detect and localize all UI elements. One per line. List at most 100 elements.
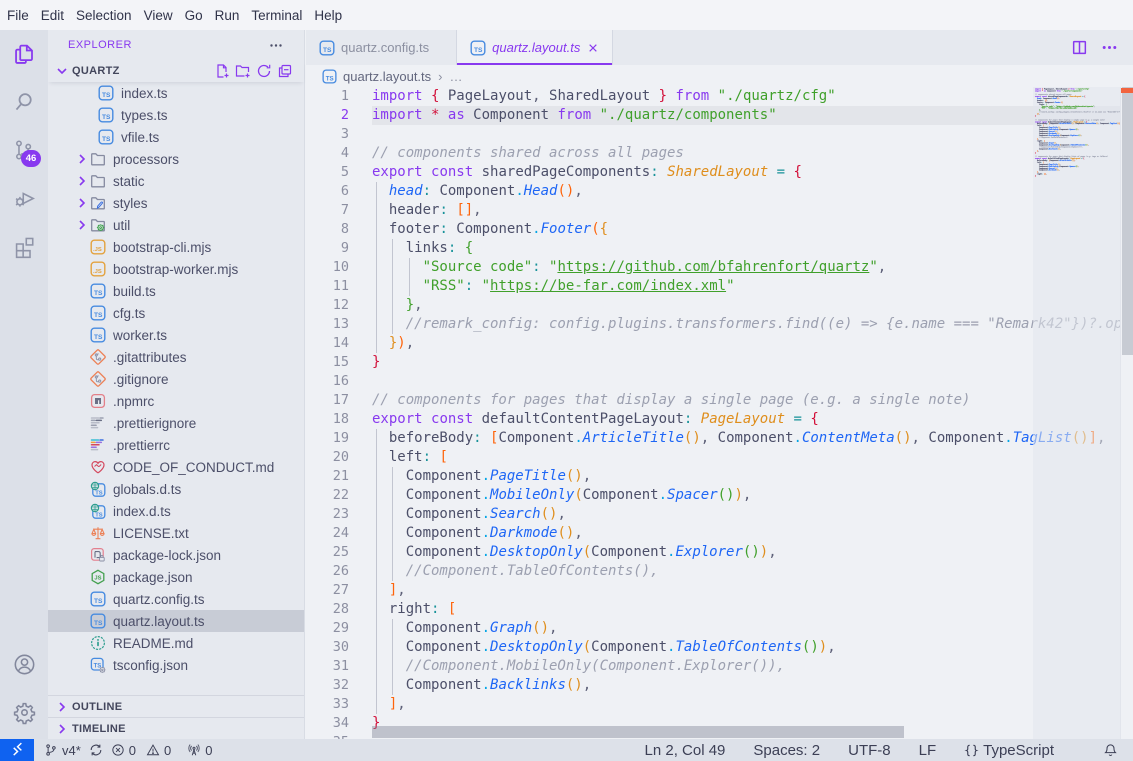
status-eol[interactable]: LF <box>905 739 951 761</box>
code-token: { <box>465 240 473 256</box>
tree-item-cfg.ts[interactable]: TScfg.ts <box>48 302 304 324</box>
tree-item-bootstrap-worker.mjs[interactable]: .JSbootstrap-worker.mjs <box>48 258 304 280</box>
new-file-button[interactable] <box>211 63 232 79</box>
breadcrumb[interactable]: TS quartz.layout.ts › … <box>306 65 1133 87</box>
code-token <box>439 107 447 123</box>
status-ports[interactable]: 0 <box>183 739 216 761</box>
statusbar-left-group: v4*000 <box>36 739 217 761</box>
code-line: Component.Darkmode(), <box>372 524 1120 543</box>
breadcrumb-rest[interactable]: … <box>450 69 463 84</box>
tree-item-index.d.ts[interactable]: TSindex.d.ts <box>48 500 304 522</box>
status-encoding[interactable]: UTF-8 <box>834 739 905 761</box>
collapse-all-button[interactable] <box>274 63 295 79</box>
section-outline[interactable]: OUTLINE <box>48 695 304 717</box>
tree-item-README.md[interactable]: README.md <box>48 632 304 654</box>
tree-item-vfile.ts[interactable]: TSvfile.ts <box>48 126 304 148</box>
remote-indicator[interactable] <box>0 739 34 761</box>
ts-file-icon: TS <box>322 69 337 84</box>
new-folder-button[interactable] <box>232 63 253 79</box>
tree-item-tsconfig.json[interactable]: TStsconfig.json <box>48 654 304 676</box>
tree-item-bootstrap-cli.mjs[interactable]: .JSbootstrap-cli.mjs <box>48 236 304 258</box>
vertical-scrollbar-slider[interactable] <box>1122 87 1133 355</box>
section-timeline[interactable]: TIMELINE <box>48 717 304 739</box>
horizontal-scrollbar-slider[interactable] <box>372 726 904 738</box>
activitybar-search[interactable] <box>0 78 48 126</box>
status-notifications[interactable] <box>1094 739 1127 761</box>
tree-item-types.ts[interactable]: TStypes.ts <box>48 104 304 126</box>
code-token <box>659 164 667 180</box>
explorer-section-header[interactable]: QUARTZ <box>48 60 304 82</box>
tree-item-.gitattributes[interactable]: .gitattributes <box>48 346 304 368</box>
section-label: TIMELINE <box>72 723 126 735</box>
tree-item-build.ts[interactable]: TSbuild.ts <box>48 280 304 302</box>
code-token: SharedLayout <box>541 88 659 104</box>
menu-run[interactable]: Run <box>209 0 246 30</box>
minimap[interactable]: import { PageLayout, SharedLayout } from… <box>1033 87 1120 739</box>
code-token: Footer <box>541 221 592 237</box>
activitybar-settings[interactable] <box>0 688 48 736</box>
tree-item-CODE_OF_CONDUCT.md[interactable]: CODE_OF_CONDUCT.md <box>48 456 304 478</box>
tree-item-package-lock.json[interactable]: package-lock.json <box>48 544 304 566</box>
status-cursor-position[interactable]: Ln 2, Col 49 <box>631 739 740 761</box>
status-label: Spaces: 2 <box>753 742 820 759</box>
sidebar-title-row: EXPLORER <box>48 30 304 60</box>
tree-item-quartz.config.ts[interactable]: TSquartz.config.ts <box>48 588 304 610</box>
activitybar-accounts[interactable] <box>0 640 48 688</box>
tree-item-index.ts[interactable]: TSindex.ts <box>48 82 304 104</box>
code-token: https://be-far.com/index.xml <box>1049 107 1077 109</box>
activitybar-extensions[interactable] <box>0 222 48 270</box>
more-button[interactable] <box>1099 38 1119 58</box>
split-editor-button[interactable] <box>1069 38 1089 58</box>
code-token: , <box>912 430 920 446</box>
menu-go[interactable]: Go <box>179 0 209 30</box>
indent-guide <box>376 429 377 714</box>
tab-bar: TSquartz.config.tsTSquartz.layout.ts <box>306 30 1133 65</box>
code-token: , <box>1038 150 1039 152</box>
tree-item-LICENSE.txt[interactable]: LICENSE.txt <box>48 522 304 544</box>
tree-item-processors[interactable]: processors <box>48 148 304 170</box>
tab-quartz.layout.ts[interactable]: TSquartz.layout.ts <box>457 30 613 65</box>
code-editor[interactable]: 1234567891011121314151617181920212223242… <box>306 87 1133 739</box>
tree-item-label: .gitignore <box>113 372 169 387</box>
tree-item-quartz.layout.ts[interactable]: TSquartz.layout.ts <box>48 610 304 632</box>
breadcrumb-file[interactable]: quartz.layout.ts <box>343 69 431 84</box>
tree-item-.gitignore[interactable]: .gitignore <box>48 368 304 390</box>
close-tab-button[interactable] <box>584 39 602 57</box>
more-actions-icon[interactable] <box>268 37 284 53</box>
tab-quartz.config.ts[interactable]: TSquartz.config.ts <box>306 30 457 65</box>
menu-file[interactable]: File <box>1 0 35 30</box>
code-token: https://github.com/bfahrenfort/quartz <box>557 259 869 275</box>
status-language[interactable]: TypeScript <box>950 739 1068 761</box>
tree-item-static[interactable]: static <box>48 170 304 192</box>
menu-view[interactable]: View <box>138 0 179 30</box>
refresh-icon <box>256 63 272 79</box>
tree-item-package.json[interactable]: JSpackage.json <box>48 566 304 588</box>
refresh-button[interactable] <box>253 63 274 79</box>
tree-item-.prettierrc[interactable]: .prettierrc <box>48 434 304 456</box>
code-line: links: { <box>372 239 1120 258</box>
menu-terminal[interactable]: Terminal <box>245 0 308 30</box>
tree-item-styles[interactable]: styles <box>48 192 304 214</box>
status-indentation[interactable]: Spaces: 2 <box>739 739 834 761</box>
menu-edit[interactable]: Edit <box>35 0 70 30</box>
tree-item-worker.ts[interactable]: TSworker.ts <box>48 324 304 346</box>
code-token: const <box>431 411 473 427</box>
line-number: 9 <box>306 239 349 258</box>
tree-item-.prettierignore[interactable]: .prettierignore <box>48 412 304 434</box>
menu-help[interactable]: Help <box>308 0 348 30</box>
menu-selection[interactable]: Selection <box>70 0 138 30</box>
js-file-icon: .JS <box>90 239 106 255</box>
activitybar-explorer[interactable] <box>0 30 48 78</box>
status-git-branch[interactable]: v4* <box>36 739 85 761</box>
code-token: , <box>743 487 751 503</box>
activitybar-run-debug[interactable] <box>0 174 48 222</box>
search-icon <box>12 90 37 115</box>
status-problems[interactable]: 00 <box>107 739 175 761</box>
activitybar-source-control[interactable]: 46 <box>0 126 48 174</box>
vertical-scrollbar[interactable] <box>1120 87 1133 739</box>
tree-item-.npmrc[interactable]: .npmrc <box>48 390 304 412</box>
status-sync[interactable] <box>85 739 107 761</box>
line-number: 4 <box>306 144 349 163</box>
tree-item-globals.d.ts[interactable]: TSglobals.d.ts <box>48 478 304 500</box>
tree-item-util[interactable]: util <box>48 214 304 236</box>
